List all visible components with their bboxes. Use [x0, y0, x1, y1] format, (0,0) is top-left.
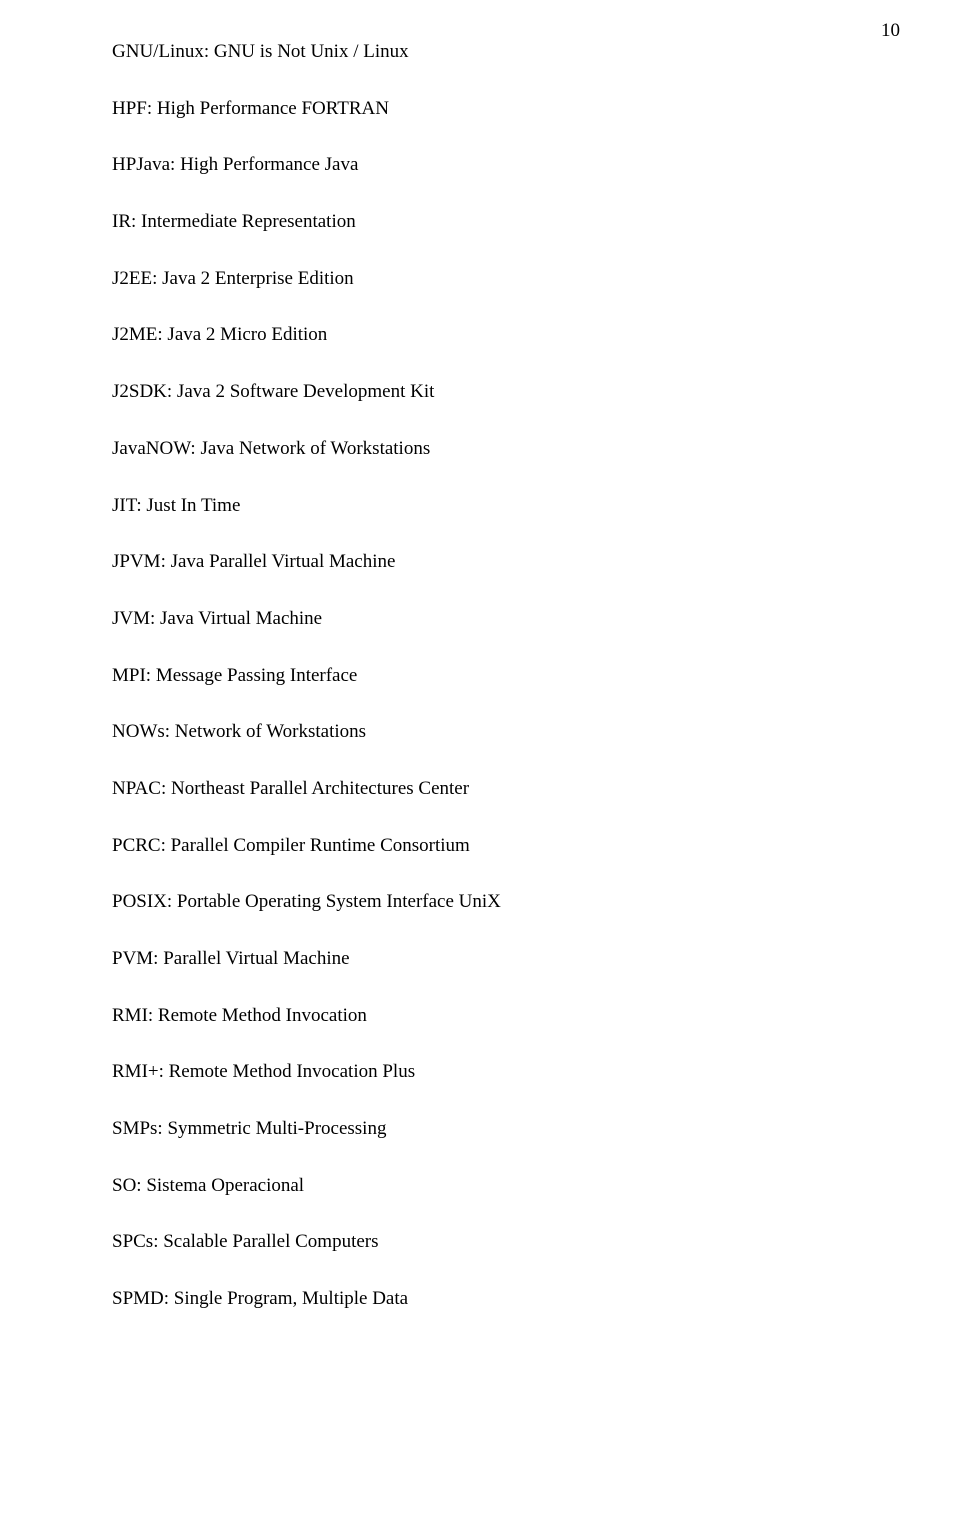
glossary-entry: JIT: Just In Time	[112, 494, 848, 519]
glossary-entry: JPVM: Java Parallel Virtual Machine	[112, 550, 848, 575]
glossary-entry: SMPs: Symmetric Multi-Processing	[112, 1117, 848, 1142]
page-number: 10	[881, 20, 900, 42]
glossary-entry: JavaNOW: Java Network of Workstations	[112, 437, 848, 462]
glossary-entry: J2SDK: Java 2 Software Development Kit	[112, 380, 848, 405]
glossary-entry: RMI: Remote Method Invocation	[112, 1004, 848, 1029]
glossary-entry: SO: Sistema Operacional	[112, 1174, 848, 1199]
glossary-entry: NOWs: Network of Workstations	[112, 720, 848, 745]
glossary-entry: PCRC: Parallel Compiler Runtime Consorti…	[112, 834, 848, 859]
glossary-entry: JVM: Java Virtual Machine	[112, 607, 848, 632]
glossary-entry: POSIX: Portable Operating System Interfa…	[112, 890, 848, 915]
glossary-entry: SPCs: Scalable Parallel Computers	[112, 1230, 848, 1255]
glossary-entry: J2ME: Java 2 Micro Edition	[112, 323, 848, 348]
glossary-entry: SPMD: Single Program, Multiple Data	[112, 1287, 848, 1312]
glossary-entry: HPF: High Performance FORTRAN	[112, 97, 848, 122]
glossary-entry: MPI: Message Passing Interface	[112, 664, 848, 689]
glossary-entry: PVM: Parallel Virtual Machine	[112, 947, 848, 972]
page-content: GNU/Linux: GNU is Not Unix / Linux HPF: …	[0, 0, 960, 1312]
glossary-entry: HPJava: High Performance Java	[112, 153, 848, 178]
glossary-entry: RMI+: Remote Method Invocation Plus	[112, 1060, 848, 1085]
glossary-entry: NPAC: Northeast Parallel Architectures C…	[112, 777, 848, 802]
glossary-entry: IR: Intermediate Representation	[112, 210, 848, 235]
glossary-entry: GNU/Linux: GNU is Not Unix / Linux	[112, 40, 848, 65]
glossary-entry: J2EE: Java 2 Enterprise Edition	[112, 267, 848, 292]
